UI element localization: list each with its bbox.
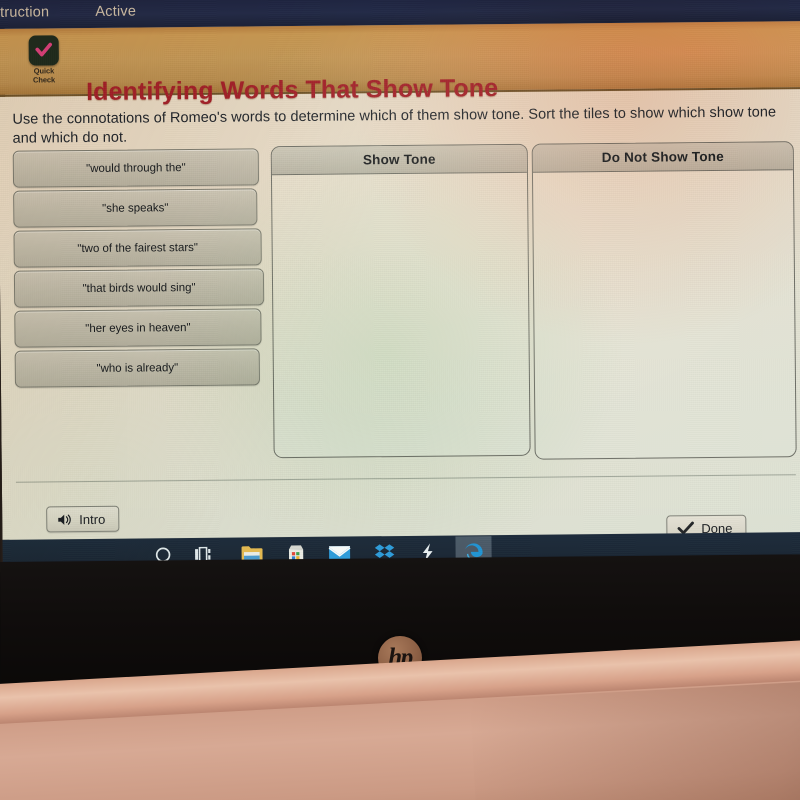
dropzone-body[interactable] <box>272 173 530 456</box>
draggable-tile[interactable]: "who is already" <box>14 348 260 388</box>
screen-content: nstruction Active Quick Check Identifyin… <box>0 0 800 572</box>
draggable-tile[interactable]: "that birds would sing" <box>13 268 265 308</box>
dropzone-do-not-show-tone[interactable]: Do Not Show Tone <box>531 141 797 460</box>
quick-check-label: Quick Check <box>24 66 64 85</box>
draggable-tile[interactable]: "two of the fairest stars" <box>13 228 262 268</box>
laptop-screen-area: nstruction Active Quick Check Identifyin… <box>0 0 800 572</box>
intro-button-label: Intro <box>79 511 106 527</box>
dropzone-body[interactable] <box>533 170 796 457</box>
quick-check-label-line2: Check <box>32 74 56 85</box>
dropzone-title: Show Tone <box>271 144 527 176</box>
activity-content: Use the connotations of Romeo's words to… <box>0 89 800 542</box>
draggable-tile[interactable]: "her eyes in heaven" <box>14 308 262 348</box>
dropzone-title: Do Not Show Tone <box>532 142 793 173</box>
lesson-header-band: Quick Check Identifying Words That Show … <box>0 21 800 106</box>
dropzone-show-tone[interactable]: Show Tone <box>270 143 531 459</box>
quick-check-badge: Quick Check <box>24 35 64 84</box>
speaker-icon <box>57 513 72 526</box>
tile-source-list: "would through the" "she speaks" "two of… <box>12 148 265 390</box>
nav-item-instruction[interactable]: nstruction <box>0 4 49 21</box>
check-icon <box>28 35 59 66</box>
draggable-tile[interactable]: "would through the" <box>12 148 260 188</box>
intro-button[interactable]: Intro <box>46 505 120 533</box>
page-title: Identifying Words That Show Tone <box>86 74 499 107</box>
nav-item-active[interactable]: Active <box>95 4 136 20</box>
draggable-tile[interactable]: "she speaks" <box>13 188 258 228</box>
laptop-photo: nstruction Active Quick Check Identifyin… <box>0 0 800 800</box>
footer-divider <box>15 474 796 483</box>
